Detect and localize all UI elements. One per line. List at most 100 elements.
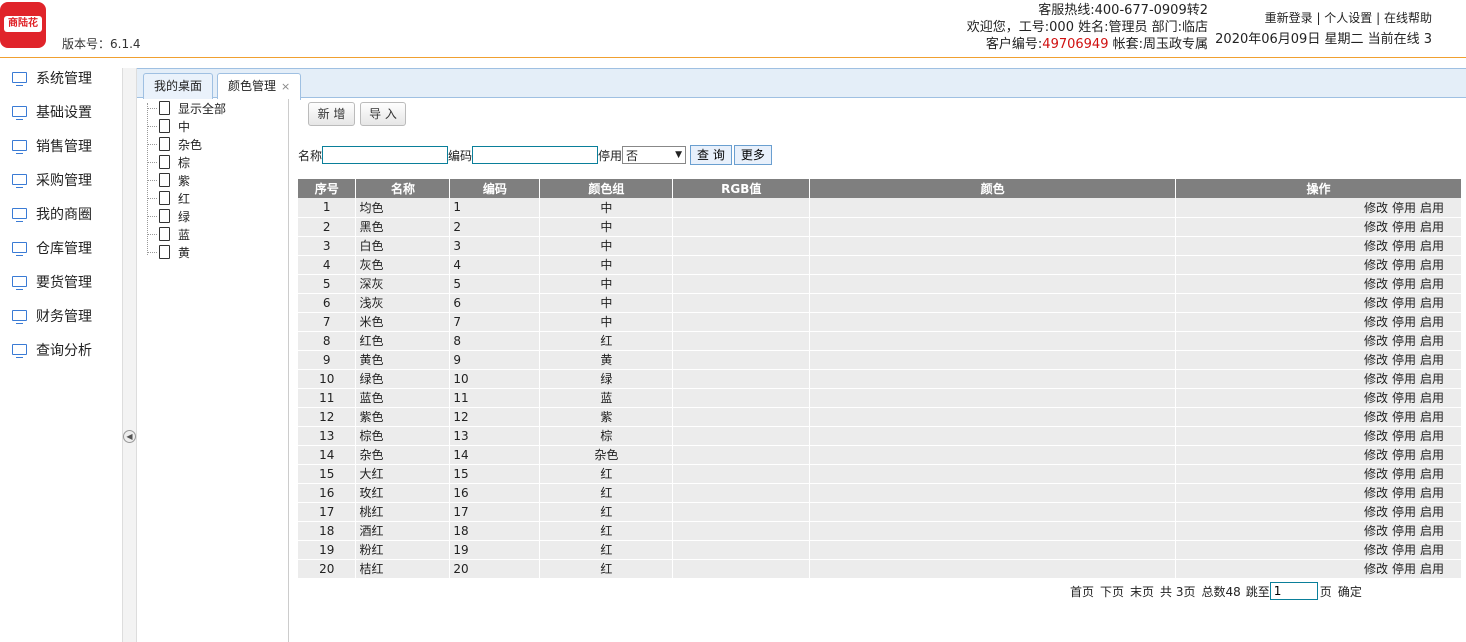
edit-link[interactable]: 修改: [1364, 239, 1388, 253]
edit-link[interactable]: 修改: [1364, 372, 1388, 386]
tree-item[interactable]: 蓝: [147, 225, 190, 243]
nav-item-system[interactable]: 系统管理: [0, 61, 122, 95]
disable-link[interactable]: 停用: [1392, 372, 1416, 386]
table-row[interactable]: 13 棕色 13 棕修改 停用 启用: [298, 426, 1462, 446]
disable-link[interactable]: 停用: [1392, 220, 1416, 234]
edit-link[interactable]: 修改: [1364, 353, 1388, 367]
online-help-link[interactable]: 在线帮助: [1384, 11, 1432, 25]
disable-link[interactable]: 停用: [1392, 505, 1416, 519]
enable-link[interactable]: 启用: [1420, 505, 1444, 519]
edit-link[interactable]: 修改: [1364, 543, 1388, 557]
personal-settings-link[interactable]: 个人设置: [1324, 11, 1372, 25]
table-row[interactable]: 7 米色 7 中修改 停用 启用: [298, 312, 1462, 332]
disable-link[interactable]: 停用: [1392, 239, 1416, 253]
enable-link[interactable]: 启用: [1420, 220, 1444, 234]
enable-link[interactable]: 启用: [1420, 486, 1444, 500]
name-input[interactable]: [322, 146, 449, 164]
nav-item-sales[interactable]: 销售管理: [0, 129, 122, 163]
table-row[interactable]: 9 黄色 9 黄修改 停用 启用: [298, 350, 1462, 370]
table-row[interactable]: 18 酒红 18 红修改 停用 启用: [298, 521, 1462, 541]
sidebar-splitter[interactable]: ◀: [122, 68, 137, 642]
disable-link[interactable]: 停用: [1392, 391, 1416, 405]
table-row[interactable]: 19 粉红 19 红修改 停用 启用: [298, 540, 1462, 560]
disable-link[interactable]: 停用: [1392, 543, 1416, 557]
enable-link[interactable]: 启用: [1420, 201, 1444, 215]
import-button[interactable]: 导 入: [360, 102, 406, 126]
disable-link[interactable]: 停用: [1392, 277, 1416, 291]
tree-item[interactable]: 红: [147, 189, 190, 207]
next-page-link[interactable]: 下页: [1100, 583, 1124, 600]
disable-link[interactable]: 停用: [1392, 258, 1416, 272]
enable-link[interactable]: 启用: [1420, 277, 1444, 291]
edit-link[interactable]: 修改: [1364, 201, 1388, 215]
tree-item[interactable]: 中: [147, 117, 190, 135]
disable-link[interactable]: 停用: [1392, 562, 1416, 576]
tab-my-desktop[interactable]: 我的桌面: [143, 73, 214, 99]
table-row[interactable]: 15 大红 15 红修改 停用 启用: [298, 464, 1462, 484]
enable-link[interactable]: 启用: [1420, 372, 1444, 386]
nav-item-basic-settings[interactable]: 基础设置: [0, 95, 122, 129]
add-button[interactable]: 新 增: [308, 102, 355, 126]
table-row[interactable]: 17 桃红 17 红修改 停用 启用: [298, 502, 1462, 522]
disable-link[interactable]: 停用: [1392, 448, 1416, 462]
table-row[interactable]: 11 蓝色 11 蓝修改 停用 启用: [298, 388, 1462, 408]
edit-link[interactable]: 修改: [1364, 448, 1388, 462]
tab-color-management[interactable]: 颜色管理 ×: [217, 73, 302, 100]
disable-link[interactable]: 停用: [1392, 524, 1416, 538]
enable-link[interactable]: 启用: [1420, 524, 1444, 538]
tree-item[interactable]: 棕: [147, 153, 190, 171]
nav-item-warehouse[interactable]: 仓库管理: [0, 231, 122, 265]
table-row[interactable]: 5 深灰 5 中修改 停用 启用: [298, 274, 1462, 294]
tree-item[interactable]: 杂色: [147, 135, 202, 153]
tree-item-show-all[interactable]: 显示全部: [147, 99, 226, 117]
edit-link[interactable]: 修改: [1364, 277, 1388, 291]
table-row[interactable]: 12 紫色 12 紫修改 停用 启用: [298, 407, 1462, 427]
tree-item[interactable]: 紫: [147, 171, 190, 189]
enable-link[interactable]: 启用: [1420, 562, 1444, 576]
disable-link[interactable]: 停用: [1392, 296, 1416, 310]
collapse-arrow-icon[interactable]: ◀: [123, 430, 136, 443]
table-row[interactable]: 3 白色 3 中修改 停用 启用: [298, 236, 1462, 256]
edit-link[interactable]: 修改: [1364, 391, 1388, 405]
disable-link[interactable]: 停用: [1392, 201, 1416, 215]
table-row[interactable]: 20 桔红 20 红修改 停用 启用: [298, 559, 1462, 579]
table-row[interactable]: 8 红色 8 红修改 停用 启用: [298, 331, 1462, 351]
edit-link[interactable]: 修改: [1364, 296, 1388, 310]
edit-link[interactable]: 修改: [1364, 258, 1388, 272]
code-input[interactable]: [472, 146, 599, 164]
enable-link[interactable]: 启用: [1420, 467, 1444, 481]
more-button[interactable]: 更多: [733, 145, 772, 165]
enable-link[interactable]: 启用: [1420, 543, 1444, 557]
table-row[interactable]: 16 玫红 16 红修改 停用 启用: [298, 483, 1462, 503]
table-row[interactable]: 2 黑色 2 中修改 停用 启用: [298, 217, 1462, 237]
edit-link[interactable]: 修改: [1364, 315, 1388, 329]
nav-item-requisition[interactable]: 要货管理: [0, 265, 122, 299]
edit-link[interactable]: 修改: [1364, 467, 1388, 481]
enable-link[interactable]: 启用: [1420, 239, 1444, 253]
enable-link[interactable]: 启用: [1420, 410, 1444, 424]
disable-link[interactable]: 停用: [1392, 353, 1416, 367]
confirm-link[interactable]: 确定: [1338, 583, 1362, 600]
table-row[interactable]: 6 浅灰 6 中修改 停用 启用: [298, 293, 1462, 313]
disable-link[interactable]: 停用: [1392, 315, 1416, 329]
tree-item[interactable]: 绿: [147, 207, 190, 225]
table-row[interactable]: 1 均色 1 中修改 停用 启用: [298, 198, 1462, 218]
edit-link[interactable]: 修改: [1364, 524, 1388, 538]
nav-item-purchase[interactable]: 采购管理: [0, 163, 122, 197]
disable-link[interactable]: 停用: [1392, 334, 1416, 348]
close-icon[interactable]: ×: [281, 80, 290, 93]
table-row[interactable]: 10 绿色 10 绿修改 停用 启用: [298, 369, 1462, 389]
page-input[interactable]: [1269, 582, 1318, 600]
edit-link[interactable]: 修改: [1364, 429, 1388, 443]
enable-link[interactable]: 启用: [1420, 315, 1444, 329]
nav-item-business-circle[interactable]: 我的商圈: [0, 197, 122, 231]
query-button[interactable]: 查 询: [690, 145, 732, 165]
enable-link[interactable]: 启用: [1420, 334, 1444, 348]
first-page-link[interactable]: 首页: [1070, 583, 1094, 600]
relogin-link[interactable]: 重新登录: [1265, 11, 1313, 25]
edit-link[interactable]: 修改: [1364, 334, 1388, 348]
edit-link[interactable]: 修改: [1364, 410, 1388, 424]
nav-item-finance[interactable]: 财务管理: [0, 299, 122, 333]
enable-link[interactable]: 启用: [1420, 391, 1444, 405]
enable-link[interactable]: 启用: [1420, 429, 1444, 443]
